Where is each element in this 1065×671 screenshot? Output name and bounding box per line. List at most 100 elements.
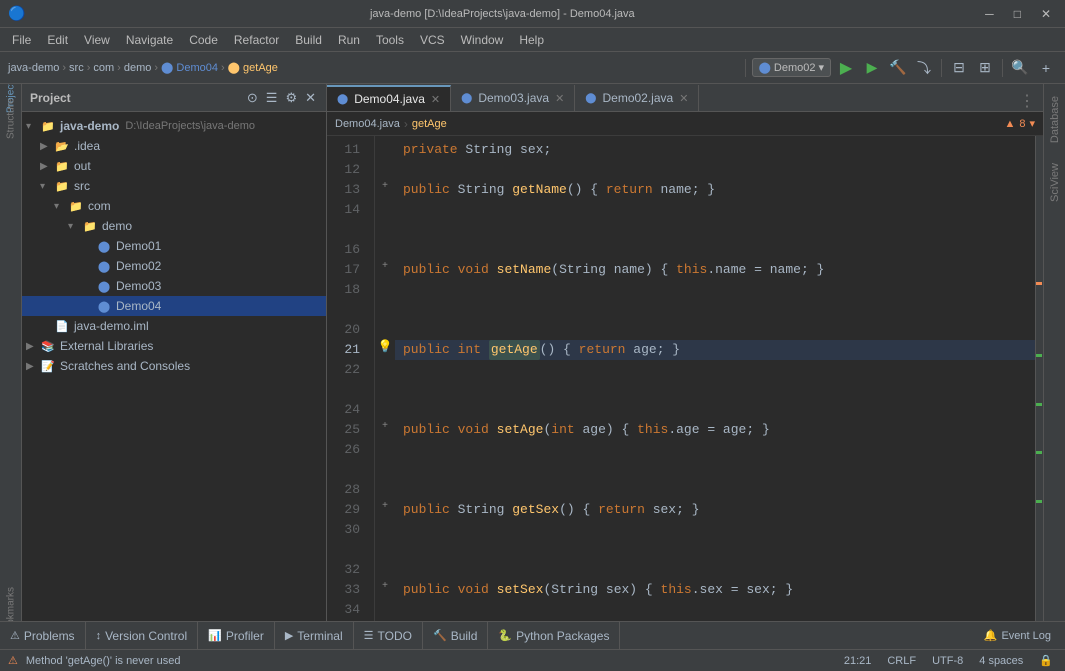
tree-item-src[interactable]: ▾ 📁 src (22, 176, 326, 196)
toolbar-btn-1[interactable]: ⤵ (913, 57, 935, 79)
status-message: Method 'getAge()' is never used (26, 655, 181, 667)
panel-icon-locate[interactable]: ⊙ (245, 88, 260, 108)
breadcrumb-java-demo[interactable]: java-demo (8, 62, 59, 74)
profile-button[interactable]: ▶ (861, 57, 883, 79)
tab-demo02-close[interactable]: ✕ (679, 92, 688, 105)
cursor-position[interactable]: 21:21 (840, 655, 876, 667)
code-line-22 (395, 360, 1035, 380)
terminal-icon: ▶ (285, 629, 293, 642)
line-num-32: 32 (327, 560, 366, 580)
minimize-button[interactable]: ─ (979, 7, 1000, 21)
bottom-tab-profiler[interactable]: 📊 Profiler (198, 622, 275, 650)
left-icon-bookmarks[interactable]: Bookmarks (2, 603, 20, 621)
tree-item-demo[interactable]: ▾ 📁 demo (22, 216, 326, 236)
indent-settings[interactable]: 4 spaces (975, 655, 1027, 667)
search-button[interactable]: 🔍 (1009, 57, 1031, 79)
code-content[interactable]: private String sex; public String getNam… (395, 136, 1035, 621)
tree-item-java-demo[interactable]: ▾ 📁 java-demo D:\IdeaProjects\java-demo (22, 116, 326, 136)
line-num-20: 20 (327, 320, 366, 340)
bottom-tab-todo[interactable]: ☰ TODO (354, 622, 423, 650)
bottom-tab-version-control[interactable]: ↕ Version Control (86, 622, 199, 650)
file-encoding[interactable]: UTF-8 (928, 655, 967, 667)
tab-demo03-close[interactable]: ✕ (555, 92, 564, 105)
right-tab-sciview[interactable]: SciView (1047, 155, 1063, 210)
event-log-button[interactable]: 🔔 Event Log (978, 627, 1057, 644)
scratches-icon: 📝 (40, 359, 56, 373)
bc-getage[interactable]: getAge (412, 118, 447, 130)
panel-icon-expand[interactable]: ☰ (264, 88, 280, 108)
bottom-tab-python[interactable]: 🐍 Python Packages (488, 622, 620, 650)
code-line-26 (395, 440, 1035, 460)
tree-item-demo04[interactable]: ⬤ Demo04 (22, 296, 326, 316)
bottom-tab-problems[interactable]: ⚠ Problems (0, 622, 86, 650)
warning-chevron: ▾ (1029, 117, 1035, 130)
left-sidebar: Project Structure Bookmarks (0, 84, 22, 621)
editor-warnings[interactable]: ▲ 8 ▾ (1004, 117, 1035, 130)
demo03-java-icon: ⬤ (96, 279, 112, 293)
iml-icon: 📄 (54, 319, 70, 333)
tab-demo03[interactable]: ⬤ Demo03.java ✕ (451, 85, 575, 111)
menu-item-code[interactable]: Code (181, 31, 226, 49)
tree-item-com[interactable]: ▾ 📁 com (22, 196, 326, 216)
ext-libs-icon: 📚 (40, 339, 56, 353)
tab-more-button[interactable]: ⋮ (1011, 91, 1043, 111)
tree-item-demo03[interactable]: ⬤ Demo03 (22, 276, 326, 296)
menu-item-view[interactable]: View (76, 31, 118, 49)
menu-item-help[interactable]: Help (511, 31, 552, 49)
menu-item-navigate[interactable]: Navigate (118, 31, 181, 49)
tree-item-scratches[interactable]: ▶ 📝 Scratches and Consoles (22, 356, 326, 376)
breadcrumb-com[interactable]: com (93, 62, 114, 74)
tree-item-idea[interactable]: ▶ 📂 .idea (22, 136, 326, 156)
bottom-tab-terminal[interactable]: ▶ Terminal (275, 622, 354, 650)
right-tab-database[interactable]: Database (1047, 88, 1063, 151)
build-button[interactable]: 🔨 (887, 57, 909, 79)
bottom-tab-build[interactable]: 🔨 Build (423, 622, 488, 650)
menu-item-refactor[interactable]: Refactor (226, 31, 287, 49)
menu-item-window[interactable]: Window (453, 31, 512, 49)
panel-icon-close[interactable]: ✕ (303, 88, 318, 108)
add-button[interactable]: + (1035, 57, 1057, 79)
tree-label-idea: .idea (74, 139, 100, 153)
menu-item-vcs[interactable]: VCS (412, 31, 453, 49)
menu-item-tools[interactable]: Tools (368, 31, 412, 49)
tree-item-demo01[interactable]: ⬤ Demo01 (22, 236, 326, 256)
menu-item-run[interactable]: Run (330, 31, 368, 49)
line-num-15 (327, 220, 366, 240)
tree-label-java-demo: java-demo (60, 119, 119, 133)
breadcrumb-getage[interactable]: ⬤ getAge (228, 61, 278, 74)
todo-label: TODO (378, 629, 412, 643)
tree-arrow-out: ▶ (40, 161, 54, 172)
bc-demo04[interactable]: Demo04.java (335, 118, 400, 130)
tree-item-iml[interactable]: 📄 java-demo.iml (22, 316, 326, 336)
menu-item-edit[interactable]: Edit (39, 31, 76, 49)
menu-item-build[interactable]: Build (287, 31, 330, 49)
tree-item-ext-libs[interactable]: ▶ 📚 External Libraries (22, 336, 326, 356)
tree-item-out[interactable]: ▶ 📁 out (22, 156, 326, 176)
run-button[interactable]: ▶ (835, 57, 857, 79)
tree-item-demo02[interactable]: ⬤ Demo02 (22, 256, 326, 276)
problems-icon: ⚠ (10, 629, 20, 642)
menu-item-file[interactable]: File (4, 31, 39, 49)
tab-demo03-icon: ⬤ (461, 93, 472, 104)
tab-demo04[interactable]: ⬤ Demo04.java ✕ (327, 85, 451, 111)
code-editor: 11 12 13 14 16 17 18 20 21 22 24 25 26 2… (327, 136, 1043, 621)
breadcrumb-demo[interactable]: demo (124, 62, 152, 74)
panel-icon-settings[interactable]: ⚙ (283, 88, 299, 108)
close-button[interactable]: ✕ (1035, 7, 1057, 21)
left-icon-structure[interactable]: Structure (2, 110, 20, 128)
line-num-19 (327, 300, 366, 320)
line-separator[interactable]: CRLF (883, 655, 920, 667)
toolbar-btn-3[interactable]: ⊞ (974, 57, 996, 79)
line-num-29: 29 (327, 500, 366, 520)
maximize-button[interactable]: □ (1008, 7, 1027, 21)
code-line-12 (395, 160, 1035, 180)
tab-demo04-close[interactable]: ✕ (431, 93, 440, 106)
tab-demo02[interactable]: ⬤ Demo02.java ✕ (575, 85, 699, 111)
breadcrumb-src[interactable]: src (69, 62, 84, 74)
line-num-16: 16 (327, 240, 366, 260)
tree-arrow-scratches: ▶ (26, 361, 40, 372)
code-line-20 (395, 320, 1035, 340)
breadcrumb-demo04[interactable]: ⬤ Demo04 (161, 61, 218, 74)
run-config-button[interactable]: ⬤ Demo02 ▾ (752, 58, 831, 77)
toolbar-btn-2[interactable]: ⊟ (948, 57, 970, 79)
